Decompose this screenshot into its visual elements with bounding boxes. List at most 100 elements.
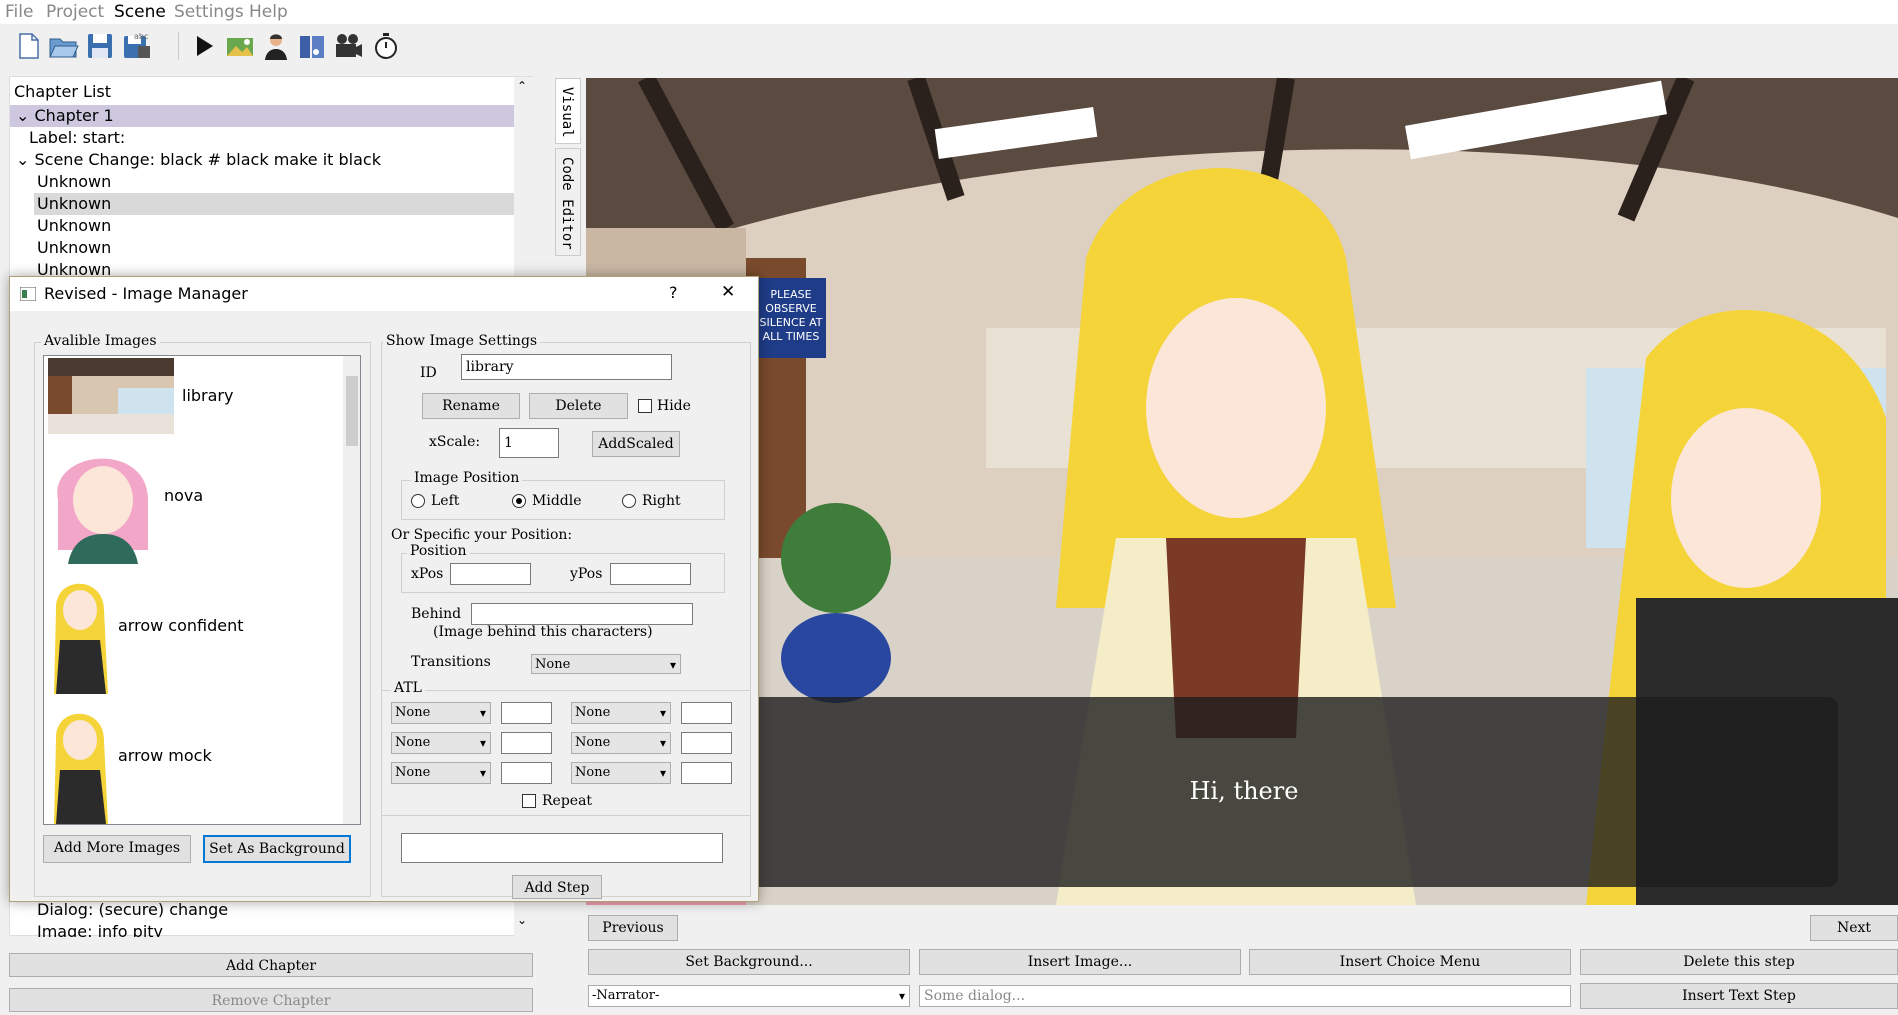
library-thumbnail — [48, 358, 174, 434]
scrollbar-thumb[interactable] — [346, 376, 358, 446]
menu-scene[interactable]: Scene — [114, 2, 166, 22]
atl-field-3b[interactable] — [681, 762, 732, 784]
image-item-label: nova — [164, 486, 204, 505]
hide-label: Hide — [657, 398, 691, 414]
position-left-label: Left — [431, 493, 460, 509]
tree-row-unknown[interactable]: Unknown — [37, 259, 111, 277]
scroll-up-icon[interactable]: ⌃ — [517, 79, 527, 93]
help-icon[interactable]: ? — [669, 283, 678, 302]
specific-position-label: Or Specific your Position: — [391, 527, 573, 543]
tree-row-unknown[interactable]: Unknown — [37, 171, 111, 193]
image-item-arrow-mock[interactable]: arrow mock — [44, 700, 324, 824]
position-right-radio[interactable] — [622, 494, 636, 508]
delete-button[interactable]: Delete — [529, 393, 628, 419]
transitions-label: Transitions — [411, 654, 491, 670]
scroll-down-icon[interactable]: ⌄ — [517, 913, 527, 927]
menu-settings[interactable]: Settings — [174, 2, 244, 22]
tree-row-label-start[interactable]: Label: start: — [29, 127, 125, 149]
tree-row-scene-change[interactable]: ⌄ Scene Change: black # black make it bl… — [16, 149, 381, 171]
available-images-title: Avalible Images — [41, 333, 160, 349]
narrator-select[interactable]: -Narrator- — [588, 985, 910, 1007]
insert-text-step-button[interactable]: Insert Text Step — [1580, 983, 1898, 1009]
delete-step-button[interactable]: Delete this step — [1580, 949, 1898, 975]
dialog-text: Hi, there — [1189, 777, 1299, 805]
open-folder-icon[interactable] — [47, 30, 79, 62]
tree-row-image[interactable]: Image: info pity — [37, 921, 163, 937]
image-item-library[interactable]: library — [44, 358, 324, 436]
tree-row-unknown[interactable]: Unknown — [37, 237, 111, 259]
add-more-images-button[interactable]: Add More Images — [43, 835, 191, 863]
image-list-scrollbar[interactable] — [343, 356, 360, 824]
image-item-arrow-confident[interactable]: arrow confident — [44, 570, 324, 696]
atl-select-2a[interactable]: None — [391, 732, 491, 754]
position-middle-radio[interactable] — [512, 494, 526, 508]
image-item-nova[interactable]: nova — [44, 440, 324, 566]
step-output-field[interactable] — [401, 833, 723, 863]
tree-row-dialog[interactable]: Dialog: (secure) change — [37, 899, 228, 921]
transitions-select[interactable]: None — [531, 654, 681, 675]
new-file-icon[interactable] — [12, 30, 44, 62]
tree-row-unknown[interactable]: Unknown — [37, 215, 111, 237]
dialog-input[interactable]: Some dialog... — [919, 985, 1571, 1007]
atl-field-1b[interactable] — [681, 702, 732, 724]
character-icon[interactable] — [260, 30, 292, 62]
atl-field-1a[interactable] — [501, 702, 552, 724]
save-icon[interactable] — [84, 30, 116, 62]
add-chapter-button[interactable]: Add Chapter — [9, 953, 533, 977]
repeat-checkbox[interactable] — [522, 794, 536, 808]
position-middle-label: Middle — [532, 493, 582, 509]
set-background-button[interactable]: Set Background... — [588, 949, 910, 975]
remove-chapter-button[interactable]: Remove Chapter — [9, 988, 533, 1012]
set-as-background-button[interactable]: Set As Background — [203, 835, 351, 863]
svg-text:PLEASE: PLEASE — [770, 288, 811, 301]
camera-icon[interactable] — [332, 30, 364, 62]
add-scaled-button[interactable]: AddScaled — [592, 431, 680, 457]
atl-field-2b[interactable] — [681, 732, 732, 754]
behind-hint: (Image behind this characters) — [433, 624, 653, 640]
atl-select-3b[interactable]: None — [571, 762, 671, 784]
close-icon[interactable]: ✕ — [721, 282, 735, 302]
play-icon[interactable] — [188, 30, 220, 62]
menu-help[interactable]: Help — [249, 2, 288, 22]
tree-row-chapter-1[interactable]: ⌄ Chapter 1 — [10, 105, 514, 127]
hide-checkbox[interactable] — [638, 399, 652, 413]
svg-text:OBSERVE: OBSERVE — [765, 302, 817, 315]
timer-icon[interactable] — [370, 30, 402, 62]
image-position-title: Image Position — [411, 470, 523, 486]
ypos-field[interactable] — [610, 563, 691, 585]
music-icon[interactable] — [296, 30, 328, 62]
atl-select-3a[interactable]: None — [391, 762, 491, 784]
add-step-button[interactable]: Add Step — [512, 875, 602, 899]
image-item-label: library — [182, 386, 234, 405]
nova-thumbnail — [57, 458, 148, 564]
xscale-field[interactable]: 1 — [499, 428, 559, 458]
save-as-icon[interactable]: abc — [120, 30, 152, 62]
position-left-radio[interactable] — [411, 494, 425, 508]
atl-select-1b[interactable]: None — [571, 702, 671, 724]
tree-row-unknown-highlighted[interactable]: Unknown — [34, 193, 514, 215]
atl-select-2b[interactable]: None — [571, 732, 671, 754]
id-field[interactable]: library — [461, 354, 672, 380]
image-item-label: arrow confident — [118, 616, 244, 635]
rename-button[interactable]: Rename — [422, 393, 520, 419]
atl-field-2a[interactable] — [501, 732, 552, 754]
tab-code-editor[interactable]: Code Editor — [555, 148, 581, 256]
insert-choice-menu-button[interactable]: Insert Choice Menu — [1249, 949, 1571, 975]
xpos-label: xPos — [411, 566, 444, 582]
scene-icon[interactable] — [224, 30, 256, 62]
image-manager-dialog: Revised - Image Manager ? ✕ Avalible Ima… — [9, 276, 759, 902]
image-item-label: arrow mock — [118, 746, 212, 765]
menu-file[interactable]: File — [5, 2, 33, 22]
previous-button[interactable]: Previous — [588, 915, 678, 941]
image-list[interactable]: library nova arrow confident arrow mock — [43, 355, 361, 825]
position-right-label: Right — [642, 493, 681, 509]
xpos-field[interactable] — [450, 563, 531, 585]
atl-select-1a[interactable]: None — [391, 702, 491, 724]
position-sub-title: Position — [407, 543, 470, 559]
tab-visual[interactable]: Visual — [555, 78, 581, 144]
insert-image-button[interactable]: Insert Image... — [919, 949, 1241, 975]
behind-field[interactable] — [471, 603, 693, 625]
next-button[interactable]: Next — [1810, 915, 1898, 941]
atl-field-3a[interactable] — [501, 762, 552, 784]
menu-project[interactable]: Project — [46, 2, 104, 22]
